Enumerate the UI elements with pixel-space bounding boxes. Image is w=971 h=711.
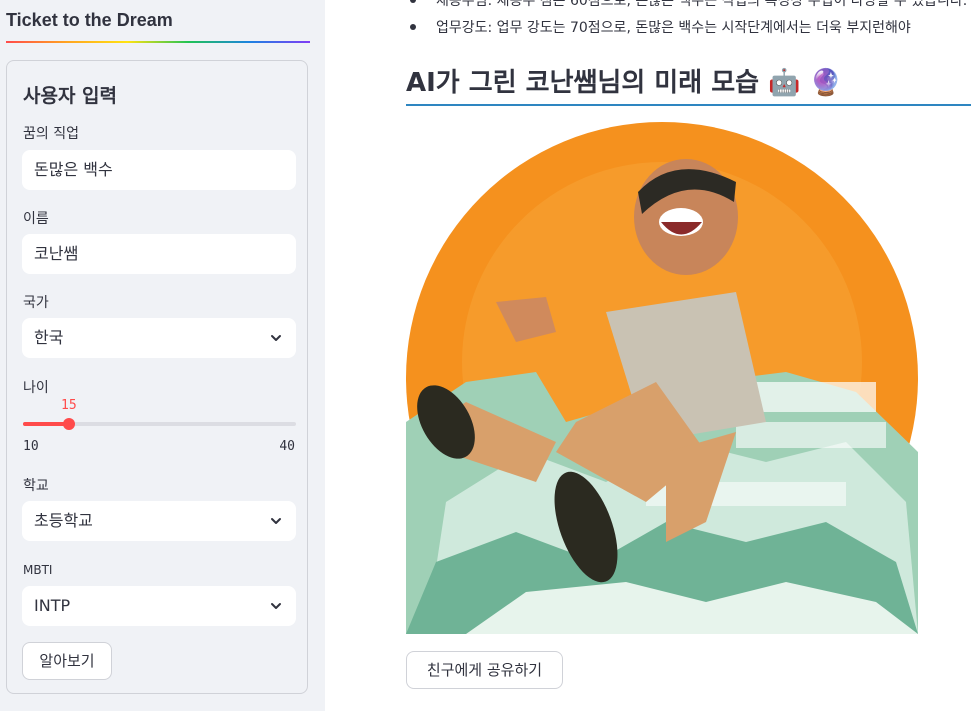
age-slider-min: 10	[23, 439, 39, 454]
country-select-value: 한국	[34, 328, 64, 347]
job-input[interactable]: 돈많은 백수	[22, 150, 296, 190]
country-label: 국가	[23, 295, 49, 311]
school-select[interactable]: 초등학교	[22, 501, 296, 541]
mbti-label: MBTI	[23, 563, 53, 577]
job-label: 꿈의 직업	[23, 126, 79, 142]
title-divider	[406, 104, 971, 106]
school-label: 학교	[23, 478, 49, 494]
bullet-dot	[410, 0, 416, 3]
age-slider-value: 15	[61, 398, 77, 413]
user-input-form: 사용자 입력 꿈의 직업 돈많은 백수 이름 코난쌤 국가 한국 나이 15 1…	[6, 60, 308, 694]
bullet-text: 업무강도: 업무 강도는 70점으로, 돈많은 백수는 시작단계에서는 더욱 부…	[436, 20, 911, 36]
share-button[interactable]: 친구에게 공유하기	[406, 651, 563, 689]
chevron-down-icon	[270, 318, 282, 344]
bullet-dot	[410, 24, 416, 30]
country-select[interactable]: 한국	[22, 318, 296, 358]
chevron-down-icon	[270, 586, 282, 612]
name-label: 이름	[23, 211, 49, 227]
age-slider[interactable]	[23, 418, 296, 430]
age-slider-max: 40	[279, 439, 295, 454]
school-select-value: 초등학교	[34, 511, 93, 530]
sidebar: Ticket to the Dream 사용자 입력 꿈의 직업 돈많은 백수 …	[0, 0, 325, 711]
age-slider-thumb[interactable]	[63, 418, 75, 430]
submit-button[interactable]: 알아보기	[22, 642, 112, 680]
page-title: AI가 그린 코난쌤님의 미래 모습 🤖 🔮	[406, 68, 842, 98]
form-heading: 사용자 입력	[23, 85, 118, 107]
mbti-select-value: INTP	[34, 596, 71, 615]
bullet-text: 채용수팀: 채용수 점은 60점으로, 돈많은 백수는 직업의 특징상 수입이 …	[436, 0, 968, 9]
age-label: 나이	[23, 380, 49, 396]
chevron-down-icon	[270, 501, 282, 527]
name-input[interactable]: 코난쌤	[22, 234, 296, 274]
mbti-select[interactable]: INTP	[22, 586, 296, 626]
ai-generated-image	[406, 122, 918, 634]
title-divider	[6, 41, 310, 43]
app-title: Ticket to the Dream	[6, 10, 173, 30]
